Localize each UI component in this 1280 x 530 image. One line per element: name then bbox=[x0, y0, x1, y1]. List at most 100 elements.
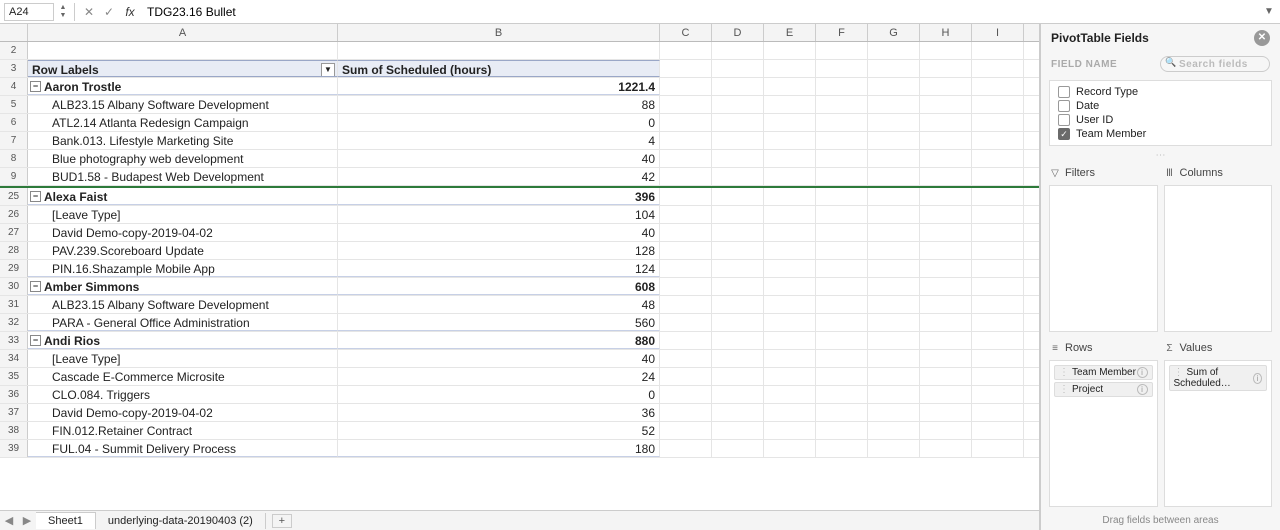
sheet-nav-prev[interactable]: ◀ bbox=[0, 514, 18, 527]
columns-drop-area[interactable] bbox=[1164, 185, 1273, 332]
row-header[interactable]: 37 bbox=[0, 404, 28, 421]
pivot-child-label[interactable]: ALB23.15 Albany Software Development bbox=[28, 96, 338, 113]
empty-cell[interactable] bbox=[764, 132, 816, 149]
sheet-tab-1[interactable]: Sheet1 bbox=[36, 512, 96, 529]
empty-cell[interactable] bbox=[764, 96, 816, 113]
pivot-child-value[interactable]: 24 bbox=[338, 368, 660, 385]
empty-cell[interactable] bbox=[660, 278, 712, 295]
pivot-child-value[interactable]: 560 bbox=[338, 314, 660, 331]
empty-cell[interactable] bbox=[868, 314, 920, 331]
empty-cell[interactable] bbox=[764, 78, 816, 95]
pivot-group-total[interactable]: 880 bbox=[338, 332, 660, 349]
empty-cell[interactable] bbox=[660, 114, 712, 131]
row-header[interactable]: 39 bbox=[0, 440, 28, 457]
select-all-corner[interactable] bbox=[0, 24, 28, 41]
empty-cell[interactable] bbox=[816, 42, 868, 59]
pivot-child-label[interactable]: David Demo-copy-2019-04-02 bbox=[28, 224, 338, 241]
pivot-child-value[interactable]: 4 bbox=[338, 132, 660, 149]
empty-cell[interactable] bbox=[660, 386, 712, 403]
sheet-tab-2[interactable]: underlying-data-20190403 (2) bbox=[96, 513, 266, 529]
empty-cell[interactable] bbox=[764, 42, 816, 59]
empty-cell[interactable] bbox=[816, 440, 868, 457]
pivot-child-value[interactable]: 42 bbox=[338, 168, 660, 185]
pivot-child-label[interactable]: [Leave Type] bbox=[28, 206, 338, 223]
empty-cell[interactable] bbox=[972, 368, 1024, 385]
empty-cell[interactable] bbox=[660, 60, 712, 77]
row-header[interactable]: 2 bbox=[0, 42, 28, 59]
row-header[interactable]: 30 bbox=[0, 278, 28, 295]
empty-cell[interactable] bbox=[920, 440, 972, 457]
empty-cell[interactable] bbox=[660, 132, 712, 149]
empty-cell[interactable] bbox=[868, 440, 920, 457]
empty-cell[interactable] bbox=[712, 440, 764, 457]
empty-cell[interactable] bbox=[816, 96, 868, 113]
close-pivot-pane-button[interactable]: ✕ bbox=[1254, 30, 1270, 46]
empty-cell[interactable] bbox=[764, 440, 816, 457]
empty-cell[interactable] bbox=[972, 242, 1024, 259]
empty-cell[interactable] bbox=[816, 278, 868, 295]
pivot-sum-header[interactable]: Sum of Scheduled (hours) bbox=[338, 60, 660, 77]
fx-icon[interactable]: fx bbox=[121, 5, 139, 19]
empty-cell[interactable] bbox=[764, 114, 816, 131]
empty-cell[interactable] bbox=[816, 188, 868, 205]
empty-cell[interactable] bbox=[868, 188, 920, 205]
row-header[interactable]: 32 bbox=[0, 314, 28, 331]
col-header-A[interactable]: A bbox=[28, 24, 338, 41]
empty-cell[interactable] bbox=[816, 350, 868, 367]
col-header-G[interactable]: G bbox=[868, 24, 920, 41]
row-header[interactable]: 31 bbox=[0, 296, 28, 313]
empty-cell[interactable] bbox=[972, 188, 1024, 205]
pivot-child-label[interactable]: FUL.04 - Summit Delivery Process bbox=[28, 440, 338, 457]
row-labels-filter-button[interactable]: ▼ bbox=[321, 63, 335, 77]
pivot-child-label[interactable]: BUD1.58 - Budapest Web Development bbox=[28, 168, 338, 185]
empty-cell[interactable] bbox=[868, 350, 920, 367]
empty-cell[interactable] bbox=[816, 260, 868, 277]
empty-cell[interactable] bbox=[972, 404, 1024, 421]
empty-cell[interactable] bbox=[920, 78, 972, 95]
row-header[interactable]: 3 bbox=[0, 60, 28, 77]
empty-cell[interactable] bbox=[920, 96, 972, 113]
empty-cell[interactable] bbox=[972, 78, 1024, 95]
empty-cell[interactable] bbox=[712, 332, 764, 349]
pivot-group-row[interactable]: −Amber Simmons bbox=[28, 278, 338, 295]
empty-cell[interactable] bbox=[972, 260, 1024, 277]
empty-cell[interactable] bbox=[920, 206, 972, 223]
empty-cell[interactable] bbox=[816, 60, 868, 77]
empty-cell[interactable] bbox=[764, 368, 816, 385]
row-header[interactable]: 6 bbox=[0, 114, 28, 131]
empty-cell[interactable] bbox=[764, 150, 816, 167]
row-header[interactable]: 34 bbox=[0, 350, 28, 367]
empty-cell[interactable] bbox=[972, 314, 1024, 331]
cancel-formula-button[interactable]: ✕ bbox=[81, 4, 97, 20]
empty-cell[interactable] bbox=[816, 368, 868, 385]
empty-cell[interactable] bbox=[660, 78, 712, 95]
pivot-child-label[interactable]: PARA - General Office Administration bbox=[28, 314, 338, 331]
row-header[interactable]: 5 bbox=[0, 96, 28, 113]
empty-cell[interactable] bbox=[920, 422, 972, 439]
row-header[interactable]: 36 bbox=[0, 386, 28, 403]
row-header[interactable]: 8 bbox=[0, 150, 28, 167]
pivot-child-label[interactable]: [Leave Type] bbox=[28, 350, 338, 367]
empty-cell[interactable] bbox=[660, 332, 712, 349]
rows-drop-area[interactable]: ⋮Team Memberi⋮Projecti bbox=[1049, 360, 1158, 507]
empty-cell[interactable] bbox=[972, 350, 1024, 367]
empty-cell[interactable] bbox=[972, 150, 1024, 167]
row-header[interactable]: 35 bbox=[0, 368, 28, 385]
empty-cell[interactable] bbox=[972, 206, 1024, 223]
empty-cell[interactable] bbox=[816, 114, 868, 131]
empty-cell[interactable] bbox=[660, 96, 712, 113]
empty-cell[interactable] bbox=[920, 386, 972, 403]
pivot-child-label[interactable]: ATL2.14 Atlanta Redesign Campaign bbox=[28, 114, 338, 131]
pivot-group-total[interactable]: 396 bbox=[338, 188, 660, 205]
empty-cell[interactable] bbox=[920, 404, 972, 421]
pivot-group-total[interactable]: 1221.4 bbox=[338, 78, 660, 95]
add-sheet-button[interactable]: + bbox=[272, 514, 292, 528]
empty-cell[interactable] bbox=[868, 224, 920, 241]
empty-cell[interactable] bbox=[660, 314, 712, 331]
name-box[interactable]: A24 bbox=[4, 3, 54, 21]
empty-cell[interactable] bbox=[972, 168, 1024, 185]
empty-cell[interactable] bbox=[920, 332, 972, 349]
empty-cell[interactable] bbox=[660, 188, 712, 205]
empty-cell[interactable] bbox=[920, 114, 972, 131]
accept-formula-button[interactable]: ✓ bbox=[101, 4, 117, 20]
